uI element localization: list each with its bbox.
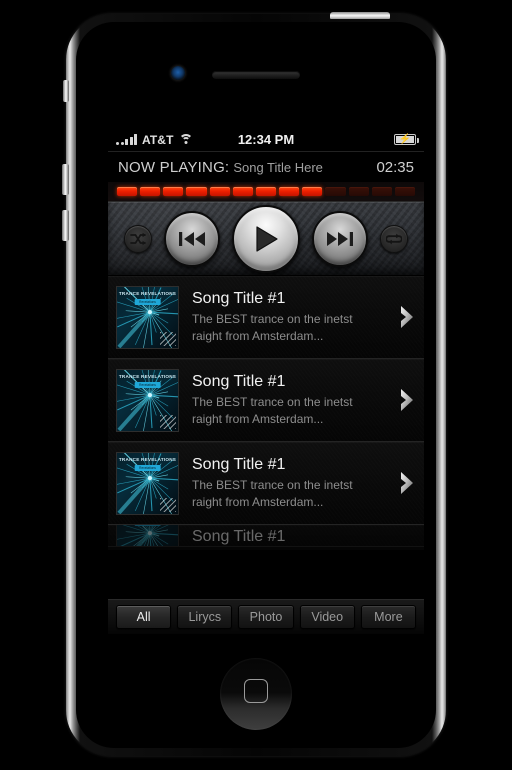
song-list-item[interactable]: TRANCE REVELATIONS Revelations Song Title … (108, 359, 424, 442)
album-art-badge: Revelations (134, 298, 161, 305)
previous-track-icon (179, 231, 205, 246)
power-button[interactable] (330, 12, 390, 19)
status-bar-right: ⚡ (394, 133, 419, 145)
album-art-thumbnail: TRANCE REVELATIONS Revelations (116, 451, 179, 515)
song-description-line: The BEST trance on the inetst (192, 312, 353, 327)
home-square-icon (244, 679, 268, 703)
tab-label: Lirycs (188, 609, 222, 624)
progress-segment-meter[interactable] (108, 182, 424, 202)
play-button[interactable] (232, 204, 300, 273)
progress-segment (255, 187, 277, 196)
next-track-button[interactable] (312, 210, 368, 267)
album-art-thumbnail: TRANCE REVELATIONSRevelations (116, 525, 179, 546)
album-art-badge: Revelations (134, 464, 161, 471)
phone-device-frame: AT&T 12:34 PM ⚡ NOW PLAYING: Song Title … (62, 12, 446, 756)
tab-label: All (136, 609, 151, 624)
progress-segment (232, 187, 253, 196)
now-playing-bar: NOW PLAYING: Song Title Here 02:35 (108, 152, 424, 182)
progress-segment (117, 187, 138, 196)
play-icon (256, 225, 278, 252)
album-art-title: TRANCE REVELATIONS (118, 456, 177, 462)
previous-track-button[interactable] (164, 210, 220, 267)
album-art-badge: Revelations (134, 381, 161, 388)
now-playing-elapsed-time: 02:35 (376, 158, 414, 176)
front-camera-icon (171, 66, 185, 80)
song-list-item-partial[interactable]: TRANCE REVELATIONSRevelations Song Title … (108, 525, 424, 547)
repeat-icon (386, 233, 402, 244)
battery-charging-icon: ⚡ (394, 133, 419, 145)
volume-down-button[interactable] (62, 210, 69, 241)
album-art-title: TRANCE REVELATIONS (118, 373, 177, 379)
tab-photo[interactable]: Photo (238, 604, 294, 629)
shuffle-icon (130, 232, 146, 245)
song-description: The BEST trance on the inetst raight from… (192, 477, 392, 510)
progress-segment (348, 187, 369, 196)
phone-bezel: AT&T 12:34 PM ⚡ NOW PLAYING: Song Title … (76, 22, 436, 748)
tab-all[interactable]: All (116, 604, 172, 629)
volume-up-button[interactable] (62, 164, 69, 195)
now-playing-track-title: Song Title Here (233, 159, 323, 175)
song-title: Song Title #1 (192, 289, 286, 307)
repeat-button[interactable] (380, 224, 408, 253)
status-bar-clock: 12:34 PM (237, 132, 295, 147)
bottom-tab-bar: All Lirycs Photo Video More (108, 598, 424, 634)
tab-label: More (374, 609, 403, 624)
home-button[interactable] (220, 658, 292, 730)
chevron-right-icon (401, 306, 413, 328)
album-art-corner-stripes (160, 497, 176, 512)
song-info: Song Title #1 The BEST trance on the inet… (179, 373, 398, 428)
progress-segment (209, 187, 230, 196)
album-art-title: TRANCE REVELATIONS (118, 290, 177, 296)
song-description-line: The BEST trance on the inetst (192, 395, 353, 410)
song-title: Song Title #1 (192, 455, 286, 473)
song-info: Song Title #1 The BEST trance on the inet… (179, 456, 398, 511)
song-description: The BEST trance on the inetst raight from… (192, 394, 392, 427)
progress-segment (394, 187, 416, 196)
tab-more[interactable]: More (360, 604, 417, 629)
song-list[interactable]: TRANCE REVELATIONS Revelations Song Title … (108, 276, 424, 550)
song-description: The BEST trance on the inetst raight from… (192, 311, 392, 344)
chevron-right-icon (401, 389, 413, 411)
phone-screen: AT&T 12:34 PM ⚡ NOW PLAYING: Song Title … (108, 128, 424, 634)
progress-segment (325, 187, 346, 196)
tab-label: Photo (249, 609, 283, 624)
song-title: Song Title #1 (192, 527, 286, 545)
transport-controls (108, 202, 424, 276)
album-art-badge: Revelations (134, 525, 161, 526)
song-title: Song Title #1 (192, 372, 286, 390)
earpiece-speaker (212, 71, 300, 79)
album-art-thumbnail: TRANCE REVELATIONS Revelations (116, 368, 179, 432)
progress-segment (279, 187, 300, 196)
song-description-line: raight from Amsterdam... (192, 494, 324, 509)
progress-segment (302, 187, 323, 196)
song-info: Song Title #1 The BEST trance on the inet… (179, 290, 398, 345)
tab-label: Video (311, 609, 344, 624)
progress-segment (140, 187, 161, 196)
song-description-line: raight from Amsterdam... (192, 328, 324, 343)
tab-video[interactable]: Video (299, 604, 355, 629)
status-bar: AT&T 12:34 PM ⚡ (108, 128, 424, 152)
now-playing-label: NOW PLAYING: (118, 158, 230, 176)
tab-lirycs[interactable]: Lirycs (177, 604, 233, 629)
album-art-corner-stripes (160, 414, 176, 429)
album-art-thumbnail: TRANCE REVELATIONS Revelations (116, 285, 179, 349)
shuffle-button[interactable] (124, 224, 152, 253)
song-info: Song Title #1 (179, 527, 416, 546)
progress-segment (186, 187, 207, 196)
chevron-right-icon (401, 472, 413, 494)
lightning-bolt-icon: ⚡ (398, 133, 412, 145)
album-art-corner-stripes (160, 331, 176, 346)
silent-switch[interactable] (63, 80, 69, 102)
next-track-icon (327, 231, 353, 246)
song-description-line: raight from Amsterdam... (192, 411, 324, 426)
song-list-item[interactable]: TRANCE REVELATIONS Revelations Song Title … (108, 442, 424, 525)
song-list-item[interactable]: TRANCE REVELATIONS Revelations Song Title … (108, 276, 424, 359)
progress-segment (371, 187, 392, 196)
progress-segment (163, 187, 184, 196)
song-description-line: The BEST trance on the inetst (192, 478, 353, 493)
